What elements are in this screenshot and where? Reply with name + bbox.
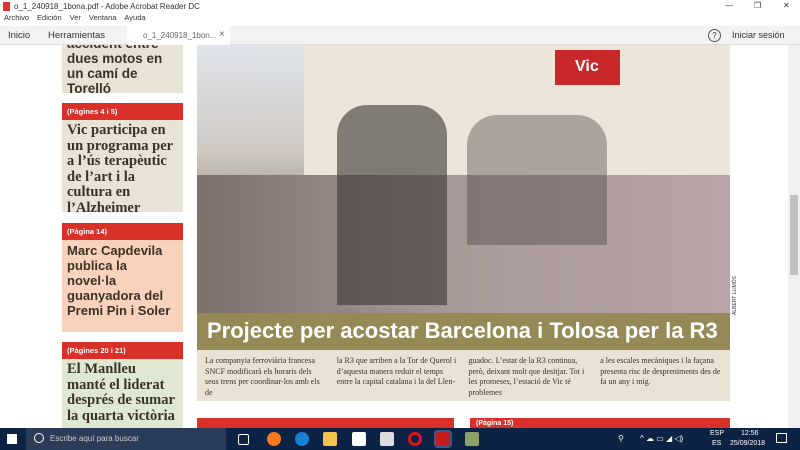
article-column: a les escales mecàniques i la façana pre… xyxy=(600,356,721,386)
station-sign: Vic xyxy=(555,50,620,85)
page-tag: (Pàgina 14) xyxy=(62,223,183,240)
file-explorer-icon[interactable] xyxy=(323,432,337,446)
article-headline: Projecte per acostar Barcelona i Tolosa … xyxy=(197,313,730,350)
maximize-button[interactable]: ❐ xyxy=(754,1,761,10)
menu-bar: Archivo Edición Ver Ventana Ayuda xyxy=(0,13,800,26)
keyboard-indicator[interactable]: ES xyxy=(712,440,721,447)
article-column: La companyia ferroviària francesa SNCF m… xyxy=(205,356,320,397)
close-button[interactable]: ✕ xyxy=(783,1,790,10)
story-headline: El Manlleu manté el liderat després de s… xyxy=(67,361,175,424)
sidebar-story-2[interactable]: (Pàgines 4 i 5) Vic participa en un prog… xyxy=(62,103,183,216)
menu-ventana[interactable]: Ventana xyxy=(89,13,117,22)
opera-icon[interactable] xyxy=(408,432,422,446)
pdf-icon xyxy=(3,2,10,11)
acrobat-icon[interactable] xyxy=(434,430,452,448)
signin-button[interactable]: Iniciar sesión xyxy=(732,30,785,40)
firefox-icon[interactable] xyxy=(267,432,281,446)
minimize-button[interactable]: — xyxy=(725,1,733,10)
page-tag: (Pàgines 4 i 5) xyxy=(62,103,183,120)
tab-home[interactable]: Inicio xyxy=(8,30,30,41)
people-icon[interactable]: ⚲ xyxy=(618,434,624,443)
next-story-tag: (Pàgina 15) xyxy=(470,418,730,428)
task-view-icon[interactable] xyxy=(238,434,249,445)
tab-tools[interactable]: Herramientas xyxy=(48,30,105,41)
menu-ayuda[interactable]: Ayuda xyxy=(124,13,145,22)
sidebar-story-4[interactable]: (Pàgines 20 i 21) El Manlleu manté el li… xyxy=(62,342,183,428)
store-icon[interactable] xyxy=(352,432,366,446)
window-title: o_1_240918_1bona.pdf - Adobe Acrobat Rea… xyxy=(14,2,200,11)
search-placeholder: Escribe aquí para buscar xyxy=(50,434,139,443)
scrollbar-thumb[interactable] xyxy=(790,195,798,275)
next-story-bar xyxy=(197,418,454,428)
tab-document[interactable]: o_1_240918_1bon... × xyxy=(127,26,230,45)
help-icon[interactable]: ? xyxy=(708,29,721,42)
sidebar-story-1[interactable]: accident entre dues motos en un camí de … xyxy=(62,45,183,96)
article-column: la R3 que arriben a la Tor de Querol i d… xyxy=(336,356,457,386)
mail-icon[interactable] xyxy=(380,432,394,446)
clock-time[interactable]: 12:56 xyxy=(741,430,759,437)
title-bar: o_1_240918_1bona.pdf - Adobe Acrobat Rea… xyxy=(0,0,800,13)
story-headline: Vic participa en un programa per a l’ús … xyxy=(67,122,173,216)
menu-ver[interactable]: Ver xyxy=(70,13,81,22)
language-indicator[interactable]: ESP xyxy=(710,430,724,437)
people-figures xyxy=(337,105,447,305)
tab-document-label: o_1_240918_1bon... xyxy=(143,31,217,40)
vertical-scrollbar[interactable] xyxy=(788,45,800,428)
menu-archivo[interactable]: Archivo xyxy=(4,13,29,22)
edge-icon[interactable] xyxy=(295,432,309,446)
windows-start-icon[interactable] xyxy=(7,434,17,444)
article-column: guadoc. L’estat de la R3 continua, però,… xyxy=(468,356,585,397)
sidebar-story-3[interactable]: (Pàgina 14) Marc Capdevila publica la no… xyxy=(62,223,183,332)
tab-close-icon[interactable]: × xyxy=(219,29,225,40)
article-photo: Vic xyxy=(197,45,730,313)
article-body: La companyia ferroviària francesa SNCF m… xyxy=(197,350,730,401)
cortana-icon xyxy=(34,433,44,443)
app-icon[interactable] xyxy=(465,432,479,446)
story-headline: accident entre dues motos en un camí de … xyxy=(67,45,163,96)
menu-edicion[interactable]: Edición xyxy=(37,13,62,22)
search-box[interactable]: Escribe aquí para buscar xyxy=(26,428,226,450)
tab-bar: Inicio Herramientas o_1_240918_1bon... ×… xyxy=(0,26,800,45)
story-headline: Marc Capdevila publica la novel·la guany… xyxy=(67,243,171,318)
document-page: accident entre dues motos en un camí de … xyxy=(0,45,788,428)
page-tag: (Pàgines 20 i 21) xyxy=(62,342,183,359)
tray-icons[interactable]: ^ ☁ ▭ ◢ ◁) xyxy=(640,434,683,443)
photo-credit: ALBERT LLIMÓS xyxy=(732,276,738,315)
taskbar: Escribe aquí para buscar ⚲ ^ ☁ ▭ ◢ ◁) ES… xyxy=(0,428,800,450)
clock-date[interactable]: 25/09/2018 xyxy=(730,440,765,447)
notifications-icon[interactable] xyxy=(776,433,787,443)
